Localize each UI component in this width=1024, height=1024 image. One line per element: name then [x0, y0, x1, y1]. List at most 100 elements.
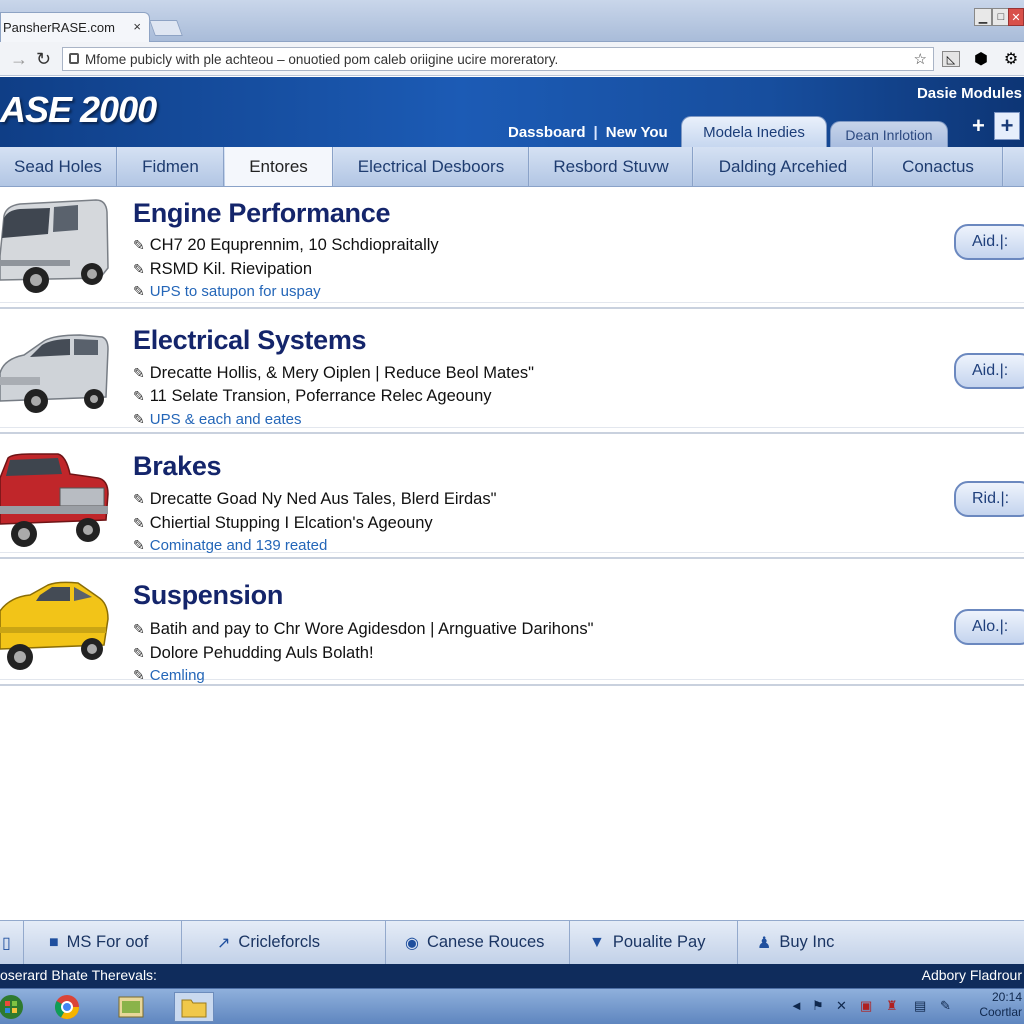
tray-tools-icon[interactable]: ✕: [836, 998, 847, 1014]
button-label: Poualite Pay: [612, 933, 706, 951]
tab-dalding-arcehied[interactable]: Dalding Arcehied: [694, 147, 873, 186]
taskbar-folder[interactable]: [174, 992, 214, 1022]
minimize-icon[interactable]: ▁: [974, 8, 992, 26]
ms-for-oof-button[interactable]: ■ MS For oof: [25, 921, 182, 964]
tab-modela-inedies[interactable]: Modela Inedies: [681, 116, 827, 148]
status-left-text: oserard Bhate Therevals:: [0, 967, 157, 983]
list-item-suspension: Suspension ✎ Batih and pay to Chr Wore Ag…: [0, 565, 1024, 686]
add-action-button[interactable]: Aid.|:: [954, 353, 1024, 389]
row-link[interactable]: ✎ Cemling: [133, 667, 205, 684]
row-link[interactable]: ✎ Cominatge and 139 reated: [133, 537, 327, 554]
url-text: Mfome pubicly with ple achteou – onuotie…: [85, 51, 559, 67]
briefcase-icon: ■: [49, 933, 59, 951]
row-detail-text: CH7 20 Equprennim, 10 Schdiopraitally: [149, 236, 439, 254]
status-right-text: Adbory Fladrour: [921, 967, 1022, 983]
poualite-pay-button[interactable]: ▼ Poualite Pay: [571, 921, 738, 964]
tab-resbord-stuvw[interactable]: Resbord Stuvw: [530, 147, 693, 186]
url-field[interactable]: Mfome pubicly with ple achteou – onuotie…: [62, 47, 934, 71]
row-detail-text: Drecatte Hollis, & Mery Oiplen | Reduce …: [149, 364, 535, 382]
nav-new-you-link[interactable]: New You: [606, 124, 668, 141]
sedan-image: [0, 334, 109, 413]
taxi-image: [0, 581, 109, 670]
bookmark-icon[interactable]: ☆: [914, 50, 927, 68]
settings-icon[interactable]: ⚙: [1002, 51, 1020, 68]
tab-dean-inrlotion[interactable]: Dean Inrlotion: [830, 121, 948, 148]
tray-display-icon[interactable]: ▤: [914, 998, 926, 1014]
extension-icon[interactable]: ⬢: [972, 51, 990, 68]
row-detail: ✎ Dolore Pehudding Auls Bolath!: [133, 644, 374, 663]
row-detail-text: Drecatte Goad Ny Ned Aus Tales, Blerd Ei…: [149, 490, 497, 508]
close-window-icon[interactable]: ✕: [1008, 8, 1024, 26]
clock-time: 20:14: [991, 990, 1022, 1004]
tab-overflow[interactable]: [1004, 147, 1024, 186]
row-detail: ✎ RSMD Kil. Rievipation: [133, 260, 312, 279]
row-link-text[interactable]: Cemling: [150, 667, 205, 684]
doc-button[interactable]: ▯: [0, 921, 24, 964]
pencil-icon: ✎: [133, 491, 145, 507]
tray-flag-icon[interactable]: ⚑: [812, 998, 824, 1014]
page-icon[interactable]: ◺: [942, 51, 960, 67]
row-link-text[interactable]: UPS to satupon for uspay: [150, 283, 321, 300]
browser-tab-title: PansherRASE.com: [3, 20, 115, 35]
clock-icon: ◉: [405, 934, 419, 952]
button-label: Buy Inc: [779, 933, 835, 951]
status-bar: oserard Bhate Therevals: Adbory Fladrour: [0, 964, 1024, 988]
button-label: Cricleforcls: [238, 933, 320, 951]
module-label: Dasie Modules: [916, 85, 1022, 102]
tray-arrow-icon[interactable]: ◄: [790, 998, 803, 1013]
start-button[interactable]: [0, 992, 28, 1022]
tab-entores[interactable]: Entores: [225, 147, 333, 186]
van-image: [0, 199, 109, 293]
add-icon[interactable]: +: [972, 113, 985, 139]
add-button[interactable]: +: [994, 112, 1020, 140]
bottom-toolbar: ▯ ■ MS For oof ↗ Cricleforcls ◉ Canese Rouc…: [0, 920, 1024, 964]
header-nav: Dassboard | New You: [508, 124, 668, 141]
shield-icon: ▼: [589, 933, 605, 951]
browser-tab-bar: PansherRASE.com × ▁ □ ✕: [0, 0, 1024, 42]
tray-settings-icon[interactable]: ✎: [940, 998, 951, 1014]
tray-user-icon[interactable]: ♜: [886, 998, 898, 1014]
tray-network-icon[interactable]: ▣: [860, 998, 872, 1014]
add-action-button[interactable]: Aid.|:: [954, 224, 1024, 260]
add-action-button[interactable]: Rid.|:: [954, 481, 1024, 517]
add-action-button[interactable]: Alo.|:: [954, 609, 1024, 645]
new-tab-button[interactable]: [149, 20, 183, 36]
row-detail-text: 11 Selate Transion, Poferrance Relec Age…: [149, 387, 492, 405]
clock-date: Coortlar: [979, 1005, 1022, 1019]
row-link-text[interactable]: UPS & each and eates: [150, 411, 302, 428]
pencil-icon: ✎: [133, 621, 145, 637]
windows-icon: [0, 995, 23, 1019]
row-detail-text: Chiertial Stupping I Elcation's Ageouny: [149, 514, 433, 532]
row-detail: ✎ Batih and pay to Chr Wore Agidesdon | A…: [133, 620, 593, 639]
tab-fidmen[interactable]: Fidmen: [118, 147, 224, 186]
row-title: Suspension: [133, 580, 284, 610]
browser-tab[interactable]: PansherRASE.com ×: [0, 12, 150, 42]
forward-arrow-icon[interactable]: →: [10, 49, 28, 70]
address-toolbar: → ↻ Mfome pubicly with ple achteou – onu…: [0, 42, 1024, 76]
taskbar-clock[interactable]: 20:14 Coortlar: [979, 990, 1022, 1020]
tab-sead-holes[interactable]: Sead Holes: [0, 147, 117, 186]
row-link-text[interactable]: Cominatge and 139 reated: [150, 537, 328, 554]
buy-inc-button[interactable]: ♟ Buy Inc: [739, 921, 1024, 964]
tab-electrical-desboors[interactable]: Electrical Desboors: [334, 147, 529, 186]
pencil-icon: ✎: [133, 388, 145, 404]
cricleforcls-button[interactable]: ↗ Cricleforcls: [183, 921, 386, 964]
list-item-electrical-systems: Electrical Systems ✎ Drecatte Hollis, & M…: [0, 313, 1024, 434]
app-header: ASE 2000 Dasie Modules Dassboard | New Y…: [0, 77, 1024, 148]
taskbar-app[interactable]: [114, 992, 148, 1022]
taskbar-chrome[interactable]: [50, 992, 84, 1022]
row-link[interactable]: ✎ UPS to satupon for uspay: [133, 283, 321, 300]
nav-dashboard-link[interactable]: Dassboard: [508, 124, 586, 141]
button-label: Canese Rouces: [426, 933, 545, 951]
close-tab-icon[interactable]: ×: [133, 19, 141, 34]
row-detail-text: Dolore Pehudding Auls Bolath!: [149, 644, 374, 662]
list-item-engine-performance: Engine Performance ✎ CH7 20 Equprennim, 1…: [0, 188, 1024, 309]
tab-conactus[interactable]: Conactus: [874, 147, 1003, 186]
lock-icon: [69, 53, 79, 64]
canese-rouces-button[interactable]: ◉ Canese Rouces: [387, 921, 570, 964]
reload-icon[interactable]: ↻: [36, 49, 51, 70]
pencil-icon: ✎: [133, 365, 145, 381]
pencil-icon: ✎: [133, 667, 145, 683]
person-icon: ♟: [757, 934, 772, 952]
row-link[interactable]: ✎ UPS & each and eates: [133, 411, 302, 428]
